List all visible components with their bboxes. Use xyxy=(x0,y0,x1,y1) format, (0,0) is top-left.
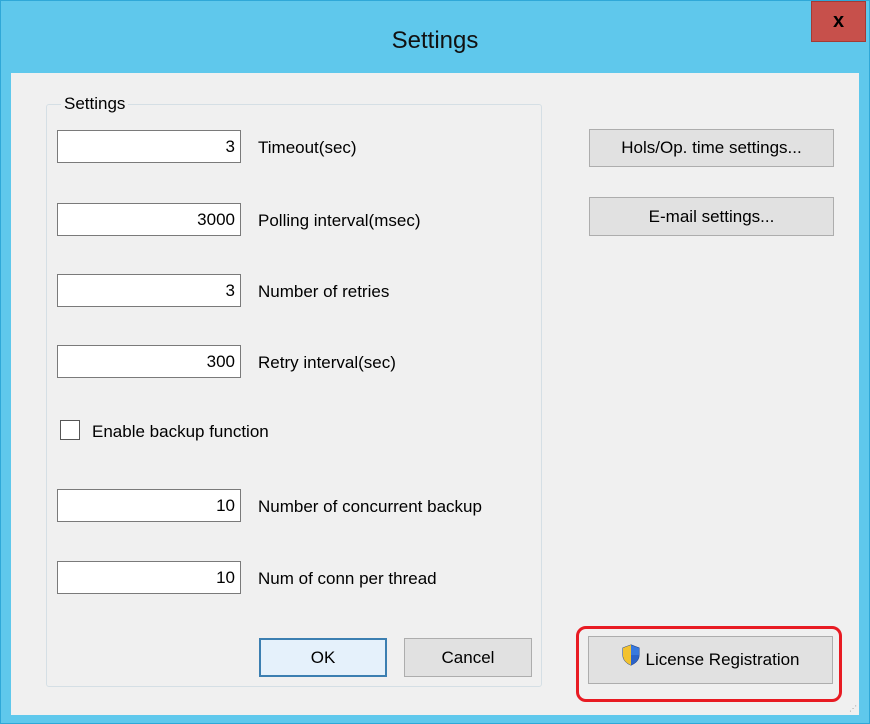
cancel-button[interactable]: Cancel xyxy=(404,638,532,677)
resize-grip-icon[interactable]: ⋰ xyxy=(849,705,857,713)
polling-interval-label: Polling interval(msec) xyxy=(258,211,421,230)
retries-field[interactable] xyxy=(57,274,241,307)
retry-interval-field[interactable] xyxy=(57,345,241,378)
polling-interval-field[interactable] xyxy=(57,203,241,236)
backup-checkbox-label[interactable]: Enable backup function xyxy=(92,422,269,442)
timeout-label: Timeout(sec) xyxy=(258,138,357,157)
email-settings-button[interactable]: E-mail settings... xyxy=(589,197,834,236)
hols-op-time-settings-button[interactable]: Hols/Op. time settings... xyxy=(589,129,834,167)
settings-groupbox xyxy=(46,104,542,687)
retries-label: Number of retries xyxy=(258,282,390,301)
window-title: Settings xyxy=(391,27,479,54)
dialog-body: Settings Timeout(sec) Polling interval(m… xyxy=(11,73,859,715)
concurrent-backup-label: Number of concurrent backup xyxy=(258,497,482,516)
concurrent-backup-field[interactable] xyxy=(57,489,241,522)
uac-shield-icon xyxy=(621,638,641,684)
close-button[interactable]: x xyxy=(811,1,866,42)
conn-per-thread-field[interactable] xyxy=(57,561,241,594)
license-registration-button[interactable]: License Registration xyxy=(588,636,833,684)
groupbox-label: Settings xyxy=(61,94,129,114)
license-registration-label: License Registration xyxy=(645,650,800,669)
backup-checkbox[interactable] xyxy=(60,420,80,440)
retry-interval-label: Retry interval(sec) xyxy=(258,353,396,372)
ok-button[interactable]: OK xyxy=(259,638,387,677)
title-bar[interactable]: Settings x xyxy=(1,1,869,73)
timeout-field[interactable] xyxy=(57,130,241,163)
conn-per-thread-label: Num of conn per thread xyxy=(258,569,437,588)
settings-window: Settings x Settings Timeout(sec) Polling… xyxy=(0,0,870,724)
